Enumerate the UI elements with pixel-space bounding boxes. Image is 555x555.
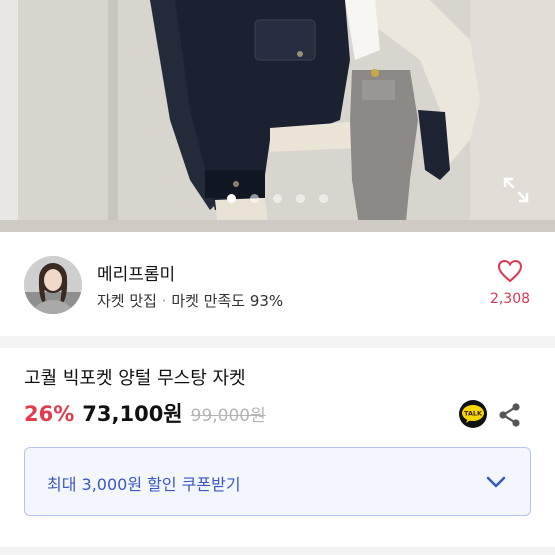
- meta-separator: ·: [161, 292, 167, 310]
- kakao-talk-button[interactable]: TALK: [458, 399, 488, 429]
- kakao-talk-icon: TALK: [459, 400, 487, 428]
- gallery-dot-5[interactable]: [319, 194, 328, 203]
- share-button[interactable]: [497, 402, 523, 428]
- chevron-down-icon: [484, 470, 508, 494]
- like-count: 2,308: [489, 291, 531, 307]
- avatar-image: [24, 256, 82, 314]
- discount-rate: 26%: [24, 402, 75, 426]
- product-title: 고퀄 빅포켓 양털 무스탕 자켓: [24, 368, 246, 389]
- expand-icon: [503, 177, 529, 203]
- sale-price: 73,100원: [82, 402, 183, 426]
- product-image[interactable]: [0, 0, 555, 232]
- talk-label: TALK: [464, 410, 483, 418]
- coupon-button[interactable]: 최대 3,000원 할인 쿠폰받기: [24, 447, 531, 516]
- seller-avatar[interactable]: [24, 256, 82, 314]
- seller-category: 자켓 맛집: [97, 292, 157, 310]
- coupon-label: 최대 3,000원 할인 쿠폰받기: [47, 475, 241, 494]
- gallery-dot-1[interactable]: [227, 194, 236, 203]
- gallery-dot-4[interactable]: [296, 194, 305, 203]
- original-price: 99,000원: [190, 406, 266, 426]
- like-button[interactable]: [488, 256, 532, 316]
- heart-icon: [497, 259, 523, 283]
- seller-section: 메리프롬미 자켓 맛집 · 마켓 만족도 93% 2,308: [0, 232, 555, 336]
- gallery-dot-2[interactable]: [250, 194, 259, 203]
- section-divider: [0, 336, 555, 348]
- fullscreen-button[interactable]: [502, 176, 530, 204]
- seller-satisfaction: 마켓 만족도 93%: [171, 292, 284, 310]
- share-icon: [499, 403, 520, 427]
- price-row: 26% 73,100원 99,000원: [24, 398, 266, 428]
- seller-meta: 자켓 맛집 · 마켓 만족도 93%: [97, 290, 283, 311]
- gallery-dot-3[interactable]: [273, 194, 282, 203]
- gallery-pagination: [0, 194, 555, 203]
- bottom-divider: [0, 547, 555, 555]
- seller-name[interactable]: 메리프롬미: [97, 260, 175, 285]
